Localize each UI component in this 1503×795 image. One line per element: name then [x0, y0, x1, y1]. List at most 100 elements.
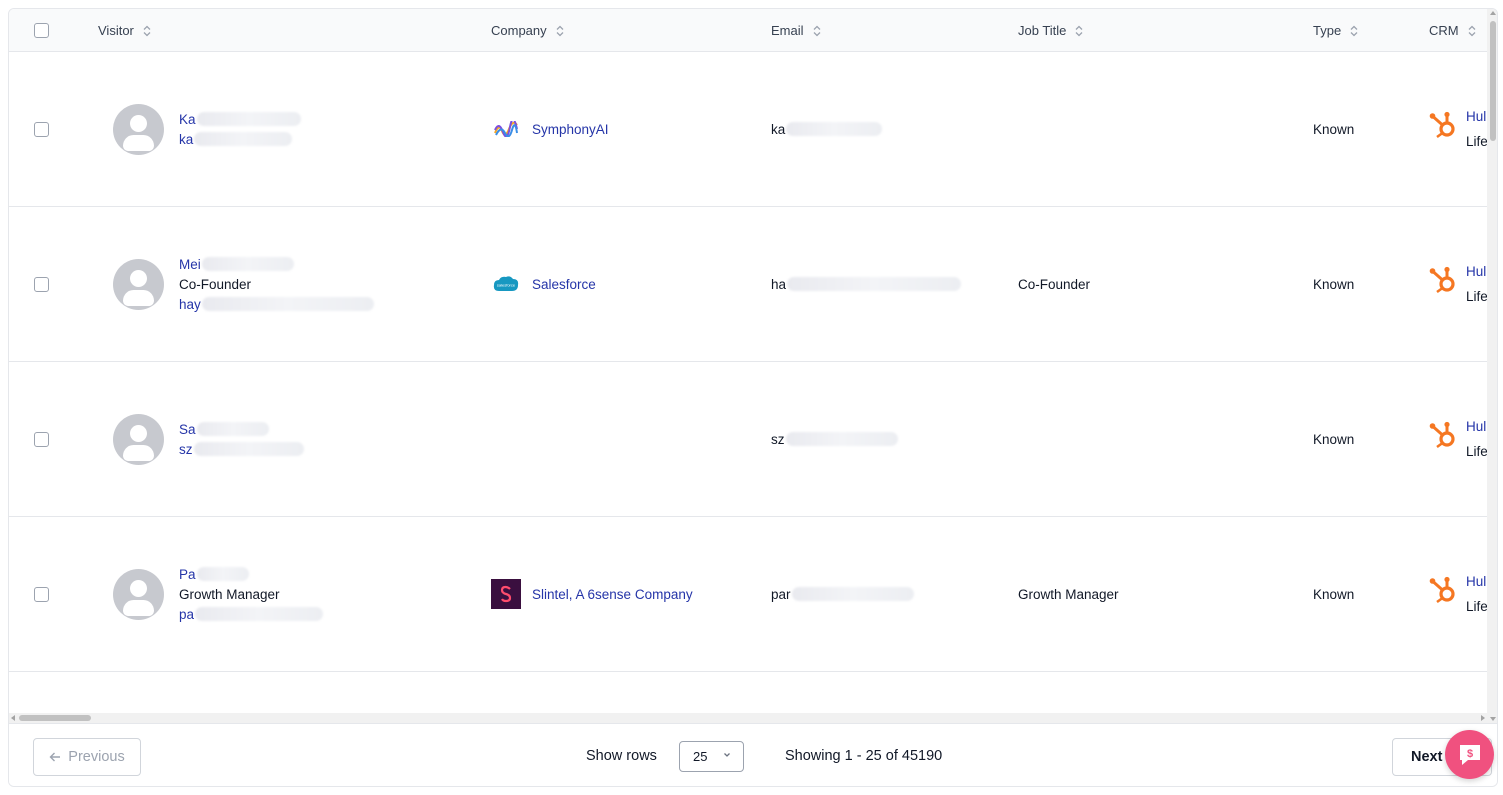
pagination-footer: Previous Show rows 25 Showing 1 - 25 of … — [9, 723, 1497, 786]
visitor-name-link[interactable]: Ka — [179, 112, 196, 127]
type-cell: Known — [1313, 362, 1354, 516]
table-row[interactable]: Mei Co-Founder hay salesforce Salesforce… — [9, 207, 1487, 362]
column-header-type[interactable]: Type — [1313, 9, 1358, 52]
rows-per-page-select[interactable]: 25 — [679, 741, 744, 772]
column-label: CRM — [1429, 23, 1459, 38]
visitor-name-link[interactable]: Mei — [179, 257, 201, 272]
sort-icon[interactable] — [813, 25, 821, 37]
redacted-text — [791, 587, 914, 601]
row-checkbox[interactable] — [34, 121, 49, 137]
row-select-cell — [34, 52, 49, 206]
svg-text:salesforce: salesforce — [497, 283, 516, 288]
column-label: Job Title — [1018, 23, 1067, 38]
crm-stage: Life — [1466, 134, 1487, 149]
visitor-name-link[interactable]: Sa — [179, 422, 196, 437]
avatar — [113, 568, 164, 620]
hubspot-icon — [1429, 111, 1455, 139]
redacted-text — [201, 257, 294, 271]
visitor-email-link[interactable]: sz — [179, 442, 193, 457]
row-select-cell — [34, 207, 49, 361]
email-text: par — [771, 586, 791, 602]
redacted-text — [196, 112, 301, 126]
email-cell: par — [771, 517, 914, 671]
column-header-crm[interactable]: CRM — [1429, 9, 1476, 52]
row-checkbox[interactable] — [34, 276, 49, 292]
column-label: Type — [1313, 23, 1342, 38]
visitor-email-link[interactable]: ka — [179, 132, 193, 147]
hubspot-icon — [1429, 576, 1455, 604]
crm-cell: Hul Life — [1429, 517, 1487, 671]
sort-icon[interactable] — [556, 25, 564, 37]
redacted-text — [195, 607, 324, 621]
column-header-company[interactable]: Company — [491, 9, 564, 52]
redacted-text — [785, 432, 898, 446]
slintel-logo-icon — [491, 579, 521, 609]
redacted-text — [201, 297, 374, 311]
vertical-scrollbar[interactable] — [1487, 9, 1497, 723]
crm-record-link[interactable]: Hul — [1466, 419, 1487, 434]
crm-stage: Life — [1466, 444, 1487, 459]
redacted-text — [196, 567, 249, 581]
type-cell: Known — [1313, 517, 1354, 671]
crm-record-link[interactable]: Hul — [1466, 109, 1487, 124]
chat-launcher-button[interactable]: $ — [1445, 730, 1494, 779]
job-title-cell: Co-Founder — [1018, 207, 1090, 361]
type-text: Known — [1313, 276, 1355, 292]
symphonyai-logo-icon — [491, 114, 521, 144]
crm-stage: Life — [1466, 289, 1487, 304]
type-text: Known — [1313, 431, 1355, 447]
scroll-right-icon[interactable] — [1481, 715, 1485, 721]
visitor-email-link[interactable]: hay — [179, 297, 201, 312]
avatar — [113, 103, 164, 155]
previous-button[interactable]: Previous — [33, 738, 141, 776]
scroll-up-icon[interactable] — [1490, 11, 1496, 15]
rows-per-page-value: 25 — [693, 749, 708, 764]
row-select-cell — [34, 517, 49, 671]
salesforce-logo-icon: salesforce — [491, 269, 521, 299]
table-header: Visitor Company Email Job Title Type CRM — [9, 9, 1487, 52]
crm-record-link[interactable]: Hul — [1466, 574, 1487, 589]
table-scroll-area[interactable]: Visitor Company Email Job Title Type CRM — [9, 9, 1487, 713]
sort-icon[interactable] — [1075, 25, 1083, 37]
type-cell: Known — [1313, 207, 1354, 361]
row-checkbox[interactable] — [34, 586, 49, 602]
table-row[interactable]: Sa sz sz Known Hul Life — [9, 362, 1487, 517]
arrow-left-icon — [49, 752, 61, 762]
column-header-job-title[interactable]: Job Title — [1018, 9, 1083, 52]
horizontal-scrollbar[interactable] — [9, 713, 1487, 723]
sort-icon[interactable] — [143, 25, 151, 37]
job-title-cell: Growth Manager — [1018, 517, 1119, 671]
redacted-text — [196, 422, 269, 436]
scrollbar-thumb[interactable] — [19, 715, 91, 721]
crm-cell: Hul Life — [1429, 207, 1487, 361]
type-text: Known — [1313, 121, 1355, 137]
company-cell: salesforce Salesforce — [491, 207, 596, 361]
hubspot-icon — [1429, 421, 1455, 449]
crm-record-link[interactable]: Hul — [1466, 264, 1487, 279]
column-header-email[interactable]: Email — [771, 9, 821, 52]
column-header-visitor[interactable]: Visitor — [98, 9, 151, 52]
scrollbar-thumb[interactable] — [1490, 21, 1496, 141]
table-row[interactable]: Ka ka SymphonyAI ka Known Hul Life — [9, 52, 1487, 207]
sort-icon[interactable] — [1468, 25, 1476, 37]
sort-icon[interactable] — [1350, 25, 1358, 37]
show-rows-label: Show rows — [586, 748, 657, 764]
visitor-name-link[interactable]: Pa — [179, 567, 196, 582]
scroll-down-icon[interactable] — [1490, 717, 1496, 721]
visitor-email-link[interactable]: pa — [179, 607, 194, 622]
table-row[interactable]: Pa Growth Manager pa Slintel, A 6sense C… — [9, 517, 1487, 672]
visitor-cell: Pa Growth Manager pa — [113, 517, 324, 671]
email-cell: ka — [771, 52, 883, 206]
scroll-left-icon[interactable] — [11, 715, 15, 721]
visitors-table-panel: Visitor Company Email Job Title Type CRM — [8, 8, 1498, 787]
column-label: Company — [491, 23, 547, 38]
row-checkbox[interactable] — [34, 431, 49, 447]
company-name-link[interactable]: Salesforce — [532, 277, 596, 292]
company-name-link[interactable]: Slintel, A 6sense Company — [532, 587, 693, 602]
select-all-checkbox[interactable] — [34, 23, 49, 38]
company-cell: Slintel, A 6sense Company — [491, 517, 693, 671]
company-name-link[interactable]: SymphonyAI — [532, 122, 609, 137]
redacted-text — [786, 122, 883, 136]
avatar — [113, 258, 164, 310]
results-count: Showing 1 - 25 of 45190 — [785, 748, 943, 764]
